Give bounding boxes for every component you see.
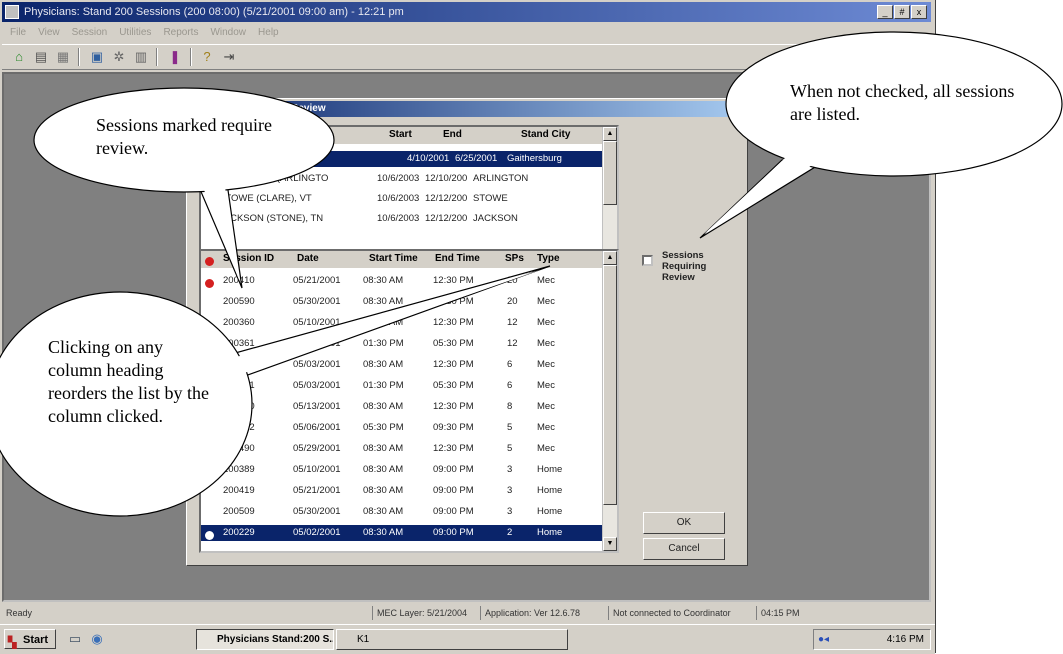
callout-column-heading-text: Clicking on any column heading reorders … <box>48 337 209 426</box>
callout-not-checked-bubble <box>699 31 1063 239</box>
callout-review-text: Sessions marked require review. <box>96 115 272 158</box>
callout-not-checked-text: When not checked, all sessions are liste… <box>790 81 1015 124</box>
